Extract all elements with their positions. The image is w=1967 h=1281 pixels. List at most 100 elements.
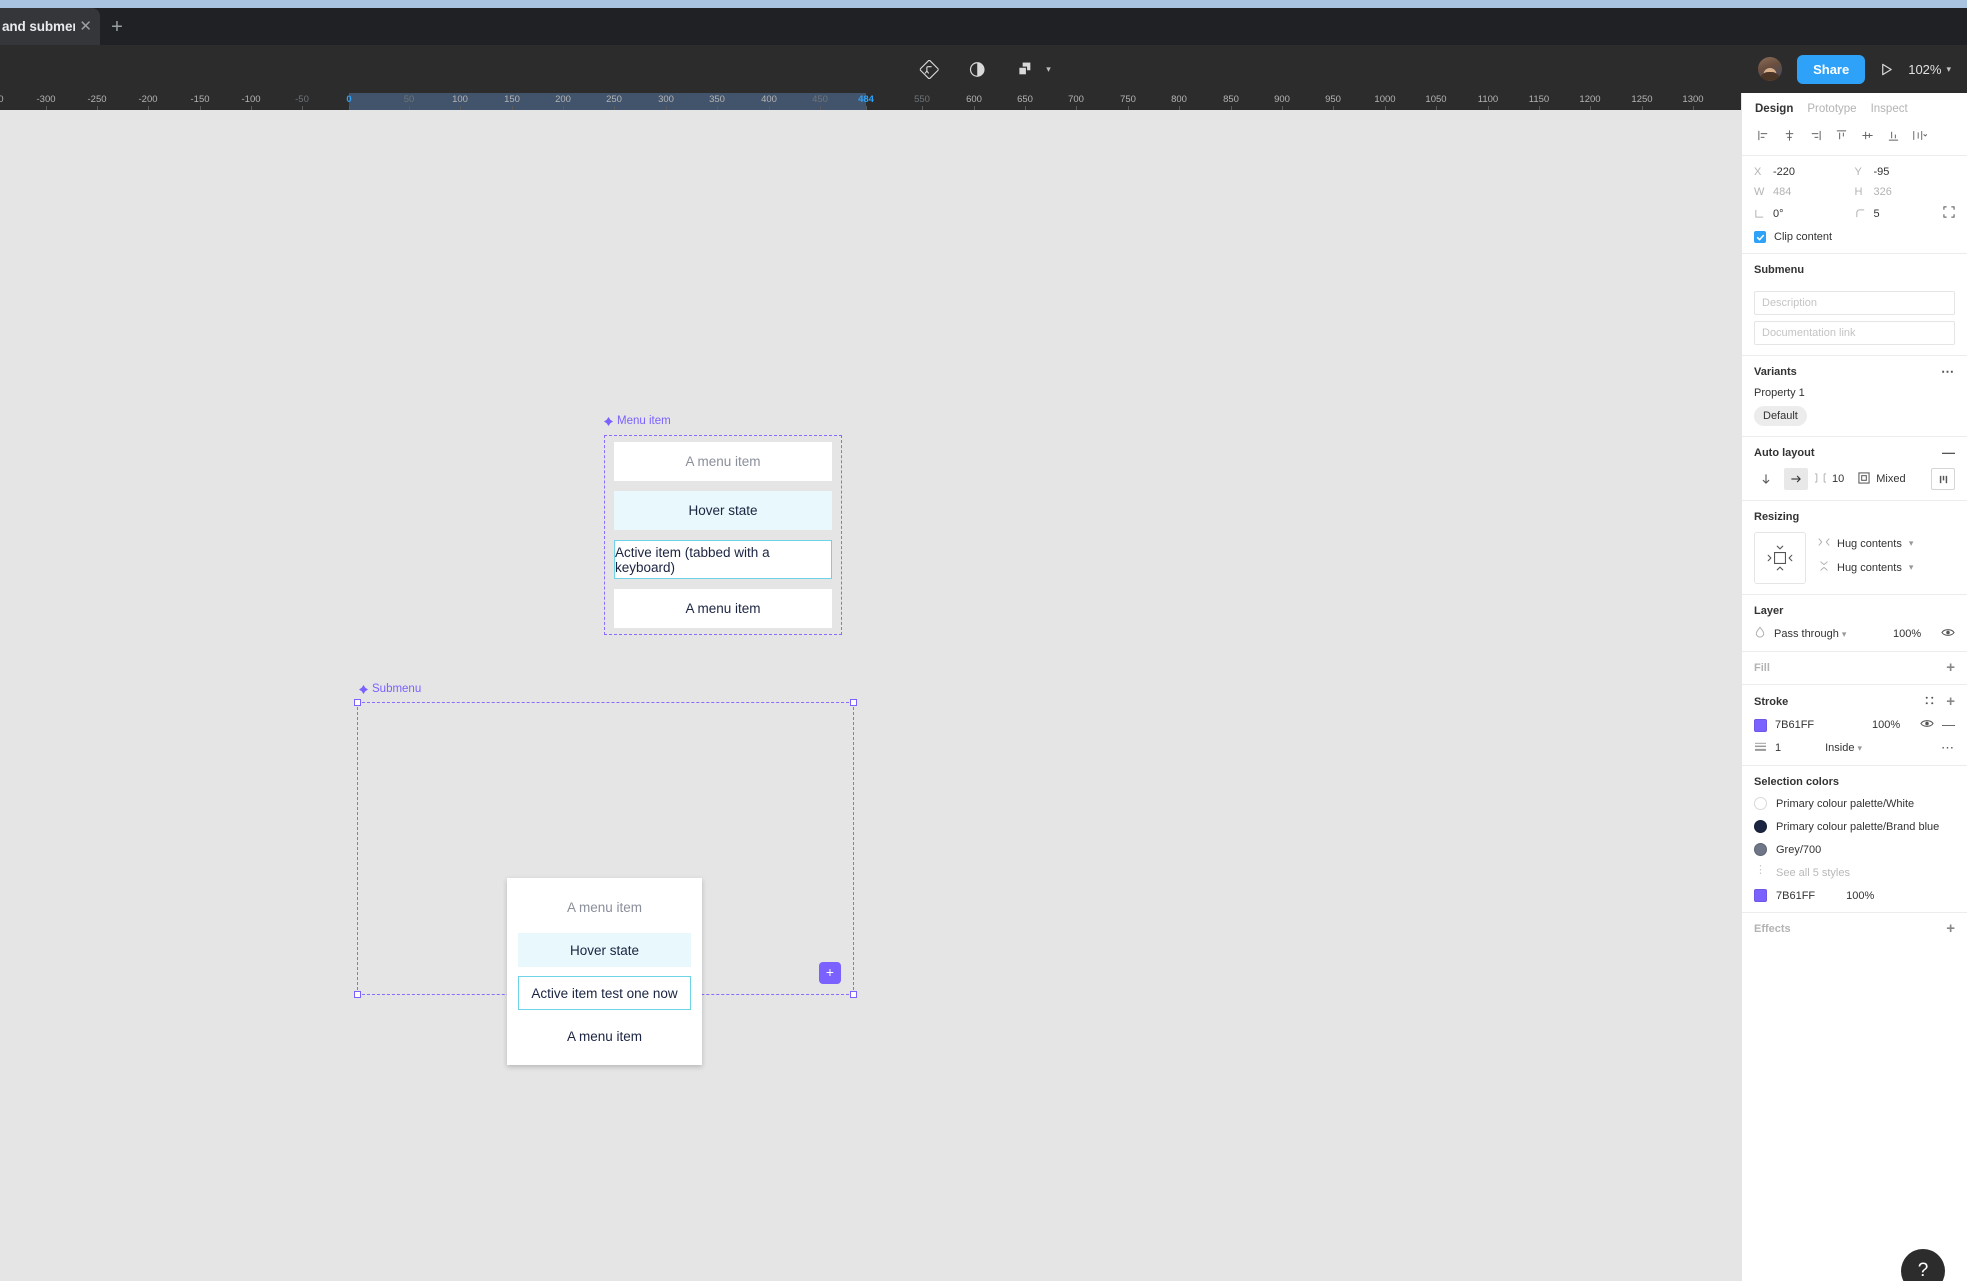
menu-item-component-frame[interactable]: A menu item Hover state Active item (tab… bbox=[604, 435, 842, 635]
plus-icon[interactable]: + bbox=[103, 14, 131, 40]
eye-icon[interactable] bbox=[1920, 718, 1934, 732]
toolbar-tools: ▾ bbox=[916, 56, 1051, 82]
blend-mode-value: Pass through bbox=[1774, 627, 1839, 640]
constraints-box-icon[interactable] bbox=[1754, 532, 1806, 584]
chevron-down-icon[interactable]: ▾ bbox=[1046, 64, 1051, 75]
menu-item-component-label[interactable]: Menu item bbox=[604, 415, 671, 427]
stroke-weight-value[interactable]: 1 bbox=[1775, 742, 1781, 754]
width-field[interactable]: W 484 bbox=[1754, 186, 1855, 198]
w-label: W bbox=[1754, 186, 1765, 198]
plus-icon[interactable]: + bbox=[1946, 660, 1955, 675]
selection-hex-row[interactable]: 7B61FF 100% bbox=[1754, 889, 1955, 902]
help-button[interactable]: ? bbox=[1901, 1249, 1945, 1281]
zoom-level-control[interactable]: 102% ▾ bbox=[1908, 62, 1951, 77]
effects-section-title: Effects + bbox=[1754, 921, 1955, 936]
layer-opacity-value[interactable]: 100% bbox=[1893, 628, 1933, 640]
stroke-align-dropdown[interactable]: Inside ▾ bbox=[1825, 742, 1862, 754]
menu-row-default-dark[interactable]: A menu item bbox=[614, 589, 832, 628]
ruler-tick: -300 bbox=[36, 94, 56, 105]
share-button[interactable]: Share bbox=[1797, 54, 1866, 84]
mask-tool-icon[interactable] bbox=[964, 56, 990, 82]
move-tool-icon[interactable] bbox=[916, 56, 942, 82]
arrow-down-icon[interactable] bbox=[1754, 468, 1778, 490]
submenu-component-label[interactable]: Submenu bbox=[359, 683, 421, 695]
align-right-icon[interactable] bbox=[1802, 123, 1828, 147]
height-field[interactable]: H 326 bbox=[1855, 186, 1956, 198]
resize-handle-bottom-left[interactable] bbox=[354, 991, 361, 998]
zoom-level-value: 102% bbox=[1908, 61, 1942, 77]
color-swatch bbox=[1754, 797, 1767, 810]
x-position-field[interactable]: X -220 bbox=[1754, 166, 1855, 178]
selection-color-item[interactable]: Primary colour palette/Brand blue bbox=[1754, 820, 1955, 833]
menu-row-active[interactable]: Active item (tabbed with a keyboard) bbox=[614, 540, 832, 579]
stroke-color-swatch[interactable] bbox=[1754, 718, 1767, 732]
clip-content-row[interactable]: Clip content bbox=[1754, 231, 1955, 243]
blend-mode-icon bbox=[1754, 626, 1766, 641]
tab-inspect[interactable]: Inspect bbox=[1871, 103, 1908, 115]
more-options-icon[interactable]: ⋯ bbox=[1941, 741, 1955, 754]
spacing-icon bbox=[1814, 472, 1827, 487]
align-top-icon[interactable] bbox=[1828, 123, 1854, 147]
documentation-link-input[interactable] bbox=[1754, 321, 1955, 345]
minus-icon[interactable]: — bbox=[1942, 718, 1955, 731]
menu-row-hover[interactable]: Hover state bbox=[614, 491, 832, 530]
clip-content-checkbox[interactable] bbox=[1754, 231, 1766, 243]
submenu-row-default[interactable]: A menu item bbox=[507, 890, 702, 924]
add-variant-button[interactable]: + bbox=[819, 962, 841, 984]
play-icon[interactable] bbox=[1879, 62, 1894, 77]
figma-app-window: and submenu ✕ + bbox=[0, 0, 1967, 1281]
eye-icon[interactable] bbox=[1941, 627, 1955, 641]
submenu-row-active[interactable]: Active item test one now bbox=[518, 976, 691, 1010]
browser-tab[interactable]: and submenu ✕ bbox=[0, 8, 100, 45]
see-all-styles-row[interactable]: ⋮ See all 5 styles bbox=[1754, 865, 1955, 879]
ruler-tick: 900 bbox=[1274, 94, 1290, 105]
close-icon[interactable]: ✕ bbox=[75, 19, 96, 34]
minus-icon[interactable]: — bbox=[1942, 446, 1955, 459]
distribute-icon[interactable] bbox=[1906, 123, 1932, 147]
ruler-tick: 200 bbox=[555, 94, 571, 105]
item-spacing-field[interactable]: 10 bbox=[1814, 472, 1844, 487]
variant-value-chip[interactable]: Default bbox=[1754, 406, 1807, 426]
align-horizontal-center-icon[interactable] bbox=[1776, 123, 1802, 147]
submenu-row-hover[interactable]: Hover state bbox=[518, 933, 691, 967]
stroke-opacity-value[interactable]: 100% bbox=[1872, 719, 1912, 731]
padding-field[interactable]: Mixed bbox=[1858, 471, 1906, 487]
ruler-tick: 484 bbox=[858, 94, 874, 105]
ruler-tick: -350 bbox=[0, 94, 4, 105]
corner-radius-field[interactable]: 5 bbox=[1855, 206, 1956, 221]
plus-icon[interactable]: + bbox=[1946, 921, 1955, 936]
submenu-row-default-dark[interactable]: A menu item bbox=[507, 1019, 702, 1053]
component-tool-icon[interactable] bbox=[1012, 56, 1038, 82]
description-input[interactable] bbox=[1754, 291, 1955, 315]
user-avatar[interactable] bbox=[1757, 56, 1784, 82]
y-position-field[interactable]: Y -95 bbox=[1855, 166, 1956, 178]
blend-mode-dropdown[interactable]: Pass through ▾ bbox=[1774, 628, 1846, 640]
y-value: -95 bbox=[1873, 166, 1890, 178]
alignment-grid-icon[interactable] bbox=[1931, 468, 1955, 490]
horizontal-resizing-dropdown[interactable]: Hug contents ▾ bbox=[1818, 537, 1913, 550]
design-canvas[interactable]: Menu item A menu item Hover state Active… bbox=[0, 110, 1741, 1281]
stroke-color-hex[interactable]: 7B61FF bbox=[1775, 719, 1814, 731]
plus-icon[interactable]: + bbox=[1946, 694, 1955, 709]
align-bottom-icon[interactable] bbox=[1880, 123, 1906, 147]
tab-prototype[interactable]: Prototype bbox=[1807, 103, 1856, 115]
align-vertical-center-icon[interactable] bbox=[1854, 123, 1880, 147]
vertical-resizing-dropdown[interactable]: Hug contents ▾ bbox=[1818, 561, 1913, 574]
rotation-field[interactable]: 0° bbox=[1754, 206, 1855, 221]
tab-design[interactable]: Design bbox=[1755, 103, 1793, 115]
align-left-icon[interactable] bbox=[1750, 123, 1776, 147]
selection-color-item[interactable]: Grey/700 bbox=[1754, 843, 1955, 856]
vertical-resize-icon bbox=[1818, 561, 1830, 574]
resize-handle-top-left[interactable] bbox=[354, 699, 361, 706]
resize-handle-top-right[interactable] bbox=[850, 699, 857, 706]
resize-handle-bottom-right[interactable] bbox=[850, 991, 857, 998]
component-description-section: Submenu bbox=[1742, 254, 1967, 356]
independent-corners-icon[interactable] bbox=[1943, 206, 1955, 221]
component-name: Menu item bbox=[617, 415, 671, 427]
arrow-right-icon[interactable] bbox=[1784, 468, 1808, 490]
more-options-icon[interactable]: ⋯ bbox=[1941, 365, 1955, 378]
submenu-card[interactable]: A menu item Hover state Active item test… bbox=[507, 878, 702, 1065]
selection-color-item[interactable]: Primary colour palette/White bbox=[1754, 797, 1955, 810]
menu-row-default[interactable]: A menu item bbox=[614, 442, 832, 481]
stroke-settings-icon[interactable] bbox=[1924, 695, 1935, 709]
